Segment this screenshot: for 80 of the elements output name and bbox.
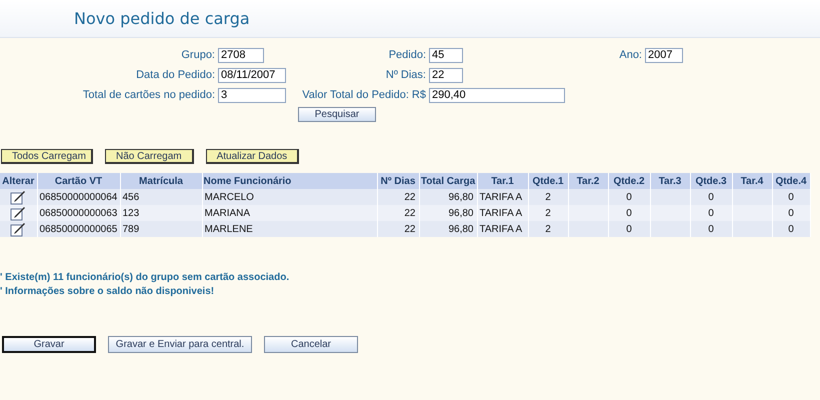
table-cell: TARIFA A xyxy=(477,205,528,221)
field-label: Nº Dias: xyxy=(384,69,426,81)
table-cell: 96,80 xyxy=(419,189,477,205)
column-header: Qtde.4 xyxy=(772,173,810,189)
table-cell: MARCELO xyxy=(202,189,377,205)
table-cell: TARIFA A xyxy=(477,221,528,237)
text-field[interactable]: 22 xyxy=(429,68,463,82)
table-cell: 456 xyxy=(120,189,202,205)
column-header: Tar.4 xyxy=(732,173,772,189)
table-cell xyxy=(568,221,608,237)
column-header: Tar.1 xyxy=(477,173,528,189)
column-header: Qtde.3 xyxy=(690,173,732,189)
table-cell: MARIANA xyxy=(202,205,377,221)
form-button[interactable]: Gravar e Enviar para central. xyxy=(108,336,252,353)
field-label: Grupo: xyxy=(181,49,215,61)
column-header: Cartão VT xyxy=(37,173,120,189)
field-label: Pedido: xyxy=(388,49,426,61)
table-cell: 2 xyxy=(528,189,568,205)
field-label: Ano: xyxy=(619,49,642,61)
table-cell: 22 xyxy=(377,221,419,237)
table-cell xyxy=(568,205,608,221)
field-label: Valor Total do Pedido: R$ xyxy=(301,89,426,101)
table-cell: 06850000000063 xyxy=(37,205,120,221)
edit-icon[interactable] xyxy=(10,190,26,204)
table-cell: 789 xyxy=(120,221,202,237)
table-cell xyxy=(732,189,772,205)
text-field[interactable]: 3 xyxy=(218,88,286,102)
text-field[interactable]: 45 xyxy=(429,48,463,62)
table-cell: 0 xyxy=(690,205,732,221)
table-cell xyxy=(650,189,690,205)
column-header: Total Carga xyxy=(419,173,477,189)
table-cell xyxy=(650,221,690,237)
table-cell: 0 xyxy=(690,189,732,205)
table-cell: 06850000000065 xyxy=(37,221,120,237)
table-cell xyxy=(732,221,772,237)
table-cell: TARIFA A xyxy=(477,189,528,205)
text-field[interactable]: 08/11/2007 xyxy=(218,68,286,82)
text-field[interactable]: 290,40 xyxy=(429,88,565,102)
form-button[interactable]: Cancelar xyxy=(264,336,358,353)
column-header: Nº Dias xyxy=(377,173,419,189)
table-cell: 22 xyxy=(377,205,419,221)
table-cell: MARLENE xyxy=(202,221,377,237)
column-header: Matrícula xyxy=(120,173,202,189)
field-label: Total de cartões no pedido: xyxy=(82,89,215,101)
table-cell: 96,80 xyxy=(419,205,477,221)
table-cell: 2 xyxy=(528,205,568,221)
table-cell xyxy=(732,205,772,221)
column-header: Qtde.1 xyxy=(528,173,568,189)
table-cell xyxy=(568,189,608,205)
column-header: Alterar xyxy=(0,173,37,189)
table-cell: 0 xyxy=(772,189,810,205)
field-label: Data do Pedido: xyxy=(136,69,215,81)
action-button[interactable]: Não Carregam xyxy=(105,149,194,164)
text-field[interactable]: 2007 xyxy=(645,48,683,62)
form-button[interactable]: Gravar xyxy=(2,336,96,353)
table-cell: 0 xyxy=(608,189,650,205)
action-button[interactable]: Atualizar Dados xyxy=(206,149,300,164)
table-cell: 0 xyxy=(608,205,650,221)
table-cell: 06850000000064 xyxy=(37,189,120,205)
column-header: Nome Funcionário xyxy=(202,173,377,189)
table-cell: 0 xyxy=(772,221,810,237)
column-header: Tar.3 xyxy=(650,173,690,189)
table-cell xyxy=(650,205,690,221)
info-note: ' Informações sobre o saldo não disponiveis! xyxy=(0,286,216,299)
action-button[interactable]: Todos Carregam xyxy=(1,149,93,164)
page-title: Novo pedido de carga xyxy=(74,9,250,28)
table-cell: 123 xyxy=(120,205,202,221)
table-cell: 0 xyxy=(608,221,650,237)
edit-icon[interactable] xyxy=(10,222,26,236)
column-header: Tar.2 xyxy=(568,173,608,189)
table-cell: 0 xyxy=(772,205,810,221)
info-note: ' Existe(m) 11 funcionário(s) do grupo sem cartão associado. xyxy=(0,272,290,285)
text-field[interactable]: 2708 xyxy=(218,48,264,62)
search-button[interactable]: Pesquisar xyxy=(298,107,376,122)
column-header: Qtde.2 xyxy=(608,173,650,189)
table-cell: 96,80 xyxy=(419,221,477,237)
table-cell: 0 xyxy=(690,221,732,237)
edit-icon[interactable] xyxy=(10,206,26,220)
table-cell: 2 xyxy=(528,221,568,237)
table-cell: 22 xyxy=(377,189,419,205)
